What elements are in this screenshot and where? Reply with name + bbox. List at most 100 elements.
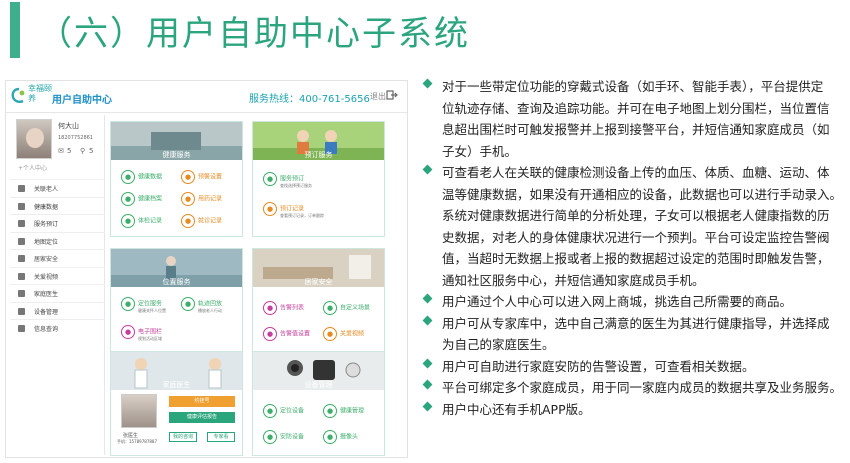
sidebar-item[interactable]: 居家安全 [10,249,105,266]
message-icon[interactable]: ✉ [58,147,64,155]
personal-center-link[interactable]: +个人中心 [18,163,47,172]
sidebar-item-icon [18,272,25,280]
tile-function-item[interactable]: ● 定位设备 [263,404,304,418]
function-icon: ● [263,301,277,315]
function-sublabel: 健康关怀人位置 [138,308,166,313]
bullet-diamond-icon [422,379,433,390]
tile-function-item[interactable]: ● 安防设备 [263,430,304,444]
tile-booking-service[interactable]: 预订服务 ● 服务预订 查找选择预订服务 ● 预订记录 查看预订记录，订单跟踪 [252,121,385,237]
tile-function-item[interactable]: ● 轨迹回放 播放老人行动 [181,297,222,313]
tile-title: 居家安全 [304,278,333,286]
doctor-phone: 手机：15789787887 [117,439,157,444]
tile-title: 健康服务 [162,151,191,159]
bullet-line: 为自己的家庭医生。 [442,337,555,352]
tile-function-item[interactable]: ● 关爱视频 [323,327,364,341]
tile-function-item[interactable]: ● 用药记录 [181,192,222,206]
sidebar-item-icon [18,307,25,315]
tile-family-doctor[interactable]: 家庭医生 张医生 手机：15789787887 约挂号 健康评估报告 我的咨询 … [110,351,243,456]
app-header: 幸福颐养 用户自助中心 服务热线：400-761-5656 退出 [6,81,407,113]
exit-link[interactable]: 退出 [370,91,386,102]
function-sublabel: 查看预订记录，订单跟踪 [280,213,324,218]
tile-function-item[interactable]: ● 服务预订 查找选择预订服务 [263,172,312,188]
sidebar-item-label: 关联老人 [34,186,59,193]
tile-function-item[interactable]: ● 体检记录 [121,214,162,228]
function-icon: ● [323,301,337,315]
bullet-line: 通知社区服务中心，并短信通知家庭成员手机。 [442,272,705,288]
tile-function-item[interactable]: ● 自定义场景 [323,301,370,315]
tile-function-item[interactable]: ● 健康管理 [323,404,364,418]
sidebar-item-label: 健康数据 [34,203,59,211]
register-button[interactable]: 约挂号 [169,396,235,407]
function-icon: ● [263,404,277,418]
tile-title: 预订服务 [304,151,333,159]
sidebar-item[interactable]: 服务预订 [10,214,105,231]
function-icon: ● [121,297,135,311]
sidebar-item-label: 居家安全 [34,256,59,263]
sidebar-item-icon [18,202,25,210]
tile-device-management[interactable]: 设备管理 ● 定位设备 ● 健康管理 ● 安防设备 ● 摄像头 [252,351,385,456]
tile-title: 设备管理 [304,381,333,389]
location-icon[interactable]: ⚲ [80,147,85,155]
function-label: 关爱视频 [340,330,365,338]
bullet-line: 值，当超时无数据上报或者上报的数据超过设定的范围时即触发告警， [442,251,830,266]
bullet-line: 可查看老人在关联的健康检测设备上传的血压、体质、血糖、运动、体 [442,165,830,180]
bullet-line: 系统对健康数据进行简单的分析处理，子女可以根据老人健康指数的历 [442,208,830,223]
tile-function-item[interactable]: ● 预警设置 [181,170,222,184]
function-icon: ● [323,327,337,341]
health-report-button[interactable]: 健康评估报告 [169,412,235,423]
app-screenshot: 幸福颐养 用户自助中心 服务热线：400-761-5656 退出 何大山 182… [5,80,408,458]
sidebar-item-label: 设备管理 [34,308,59,316]
bullet-diamond-icon [422,78,433,89]
tile-function-item[interactable]: ● 预订记录 查看预订记录，订单跟踪 [263,202,324,218]
function-label: 电子围栏 [138,328,163,336]
sidebar-item[interactable]: 关爱视频 [10,266,105,284]
tile-title: 家庭医生 [162,381,191,389]
bullet-line: 温等健康数据，如果没有开通相应的设备，此数据也可以进行手动录入。 [442,186,843,202]
sidebar-item[interactable]: 信息查询 [10,319,105,336]
sidebar-item[interactable]: 健康数据 [10,196,105,214]
sidebar-item[interactable]: 地图定位 [10,231,105,249]
tile-function-item[interactable]: ● 就诊记录 [181,214,222,228]
tile-function-item[interactable]: ● 定位服务 健康关怀人位置 [121,297,166,313]
tile-function-item[interactable]: ● 告警列表 [263,301,304,315]
function-label: 告警列表 [280,304,305,312]
tile-location-service[interactable]: 位置服务 ● 定位服务 健康关怀人位置 ● 轨迹回放 播放老人行动 ● 电子围栏 规划活动区域 [110,248,243,364]
bullet-line: 用户可自助进行家庭安防的告警设置，可查看相关数据。 [442,358,755,374]
page-title: （六）用户自助中心子系统 [38,14,470,54]
my-consult-button[interactable]: 我的咨询 [169,432,197,442]
sidebar-item-label: 地图定位 [34,238,59,246]
function-icon: ● [121,325,135,339]
tile-home-security[interactable]: 居家安全 ● 告警列表 ● 自定义场景 ● 告警值设置 ● 关爱视频 [252,248,385,364]
sidebar-item-label: 家庭医生 [34,291,59,298]
exit-icon[interactable] [386,89,398,101]
function-icon: ● [121,192,135,206]
tile-health-service[interactable]: 健康服务 ● 健康数据 ● 预警设置 ● 健康档案 ● 用药记录 ● 体检记录 ● 就诊记录 [110,121,243,237]
function-icon: ● [263,430,277,444]
tile-function-item[interactable]: ● 健康档案 [121,192,162,206]
bullet-line: 用户中心还有手机APP版。 [442,401,591,417]
function-label: 预订记录 [280,205,305,213]
profile-phone: 18207752861 [58,135,93,141]
doctor-name: 张医生 [123,433,139,439]
sidebar-item[interactable]: 关联老人 [10,179,105,196]
function-sublabel: 查找选择预订服务 [280,183,312,188]
tile-function-item[interactable]: ● 告警值设置 [263,327,310,341]
sidebar: 何大山 18207752861 ✉ 5 ⚲ 5 +个人中心 关联老人健康数据服务… [10,115,105,455]
logo-icon [11,87,25,103]
sidebar-item-label: 信息查询 [34,326,59,333]
location-count: 5 [89,147,94,155]
expert-button[interactable]: 专家看 [207,432,235,442]
tile-function-item[interactable]: ● 摄像头 [323,430,358,444]
profile-card: 何大山 18207752861 ✉ 5 ⚲ 5 +个人中心 [12,117,103,175]
function-sublabel: 规划活动区域 [138,336,162,341]
app-name: 用户自助中心 [52,95,112,106]
bullet-line: 用户可从专家库中，选中自己满意的医生为其进行健康指导，并选择成 [442,315,830,331]
tile-function-item[interactable]: ● 健康数据 [121,170,162,184]
bullet-diamond-icon [422,358,433,368]
doctor-avatar [121,394,157,428]
sidebar-item-icon [18,237,25,245]
sidebar-item[interactable]: 设备管理 [10,301,105,319]
sidebar-item[interactable]: 家庭医生 [10,284,105,301]
sidebar-item-icon [18,185,25,192]
tile-function-item[interactable]: ● 电子围栏 规划活动区域 [121,325,163,341]
